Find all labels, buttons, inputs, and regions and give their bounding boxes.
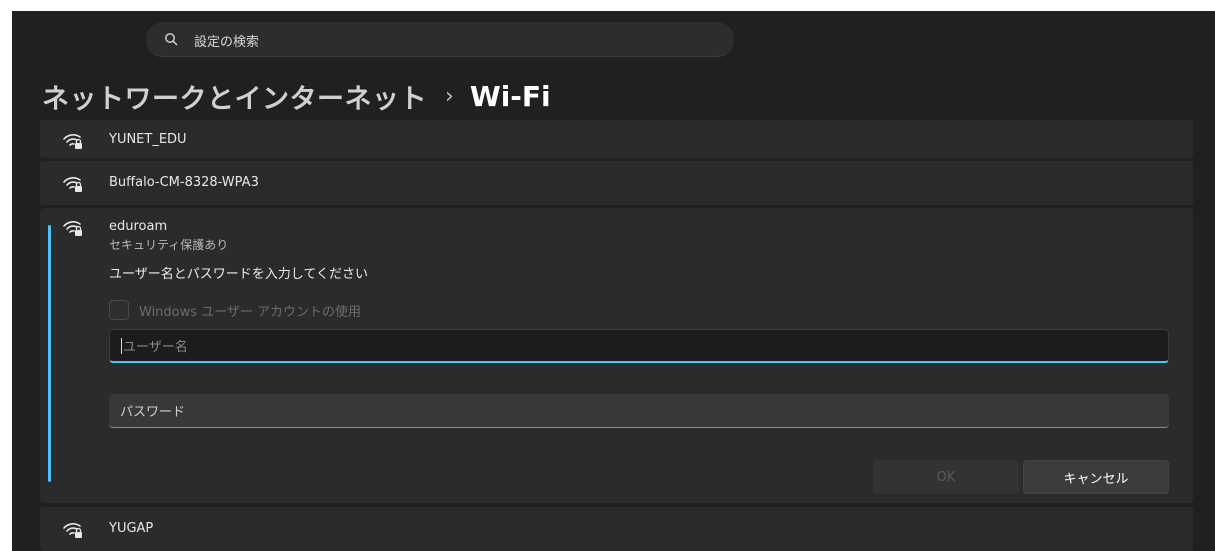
network-security-status: セキュリティ保護あり bbox=[109, 238, 229, 252]
page-title: ネットワークとインターネット › Wi-Fi bbox=[42, 73, 551, 119]
breadcrumb-separator: › bbox=[445, 83, 454, 109]
settings-window: 設定の検索 ネットワークとインターネット › Wi-Fi YUNET_EDU B… bbox=[12, 11, 1215, 551]
selection-indicator bbox=[48, 225, 51, 482]
network-item[interactable]: Buffalo-CM-8328-WPA3 bbox=[40, 161, 1193, 205]
password-field[interactable]: パスワード bbox=[109, 394, 1169, 428]
search-icon bbox=[165, 33, 178, 46]
credentials-prompt: ユーザー名とパスワードを入力してください bbox=[109, 267, 368, 282]
network-item-expanded[interactable]: eduroam セキュリティ保護あり ユーザー名とパスワードを入力してください … bbox=[40, 208, 1193, 503]
wifi-secured-icon bbox=[63, 221, 82, 236]
username-placeholder: ユーザー名 bbox=[123, 340, 188, 355]
password-placeholder: パスワード bbox=[120, 405, 186, 420]
breadcrumb-network-internet[interactable]: ネットワークとインターネット bbox=[42, 77, 427, 116]
text-cursor bbox=[121, 337, 122, 354]
wifi-secured-icon bbox=[63, 134, 82, 149]
network-item[interactable]: YUNET_EDU bbox=[40, 120, 1193, 158]
network-name: YUGAP bbox=[109, 521, 154, 536]
wifi-secured-icon bbox=[63, 523, 82, 538]
breadcrumb-wifi: Wi-Fi bbox=[469, 79, 551, 113]
settings-search-box[interactable]: 設定の検索 bbox=[146, 22, 734, 57]
wifi-secured-icon bbox=[63, 177, 82, 192]
search-placeholder: 設定の検索 bbox=[194, 35, 260, 50]
cancel-button[interactable]: キャンセル bbox=[1023, 460, 1169, 494]
use-windows-account-label: Windows ユーザー アカウントの使用 bbox=[139, 305, 362, 320]
ok-button[interactable]: OK bbox=[873, 460, 1019, 494]
network-name: YUNET_EDU bbox=[109, 132, 187, 147]
username-field[interactable]: ユーザー名 bbox=[109, 329, 1169, 363]
use-windows-account-checkbox[interactable] bbox=[109, 300, 129, 320]
network-name: Buffalo-CM-8328-WPA3 bbox=[109, 175, 259, 190]
network-item[interactable]: YUGAP bbox=[40, 507, 1193, 551]
network-name: eduroam bbox=[109, 219, 168, 234]
